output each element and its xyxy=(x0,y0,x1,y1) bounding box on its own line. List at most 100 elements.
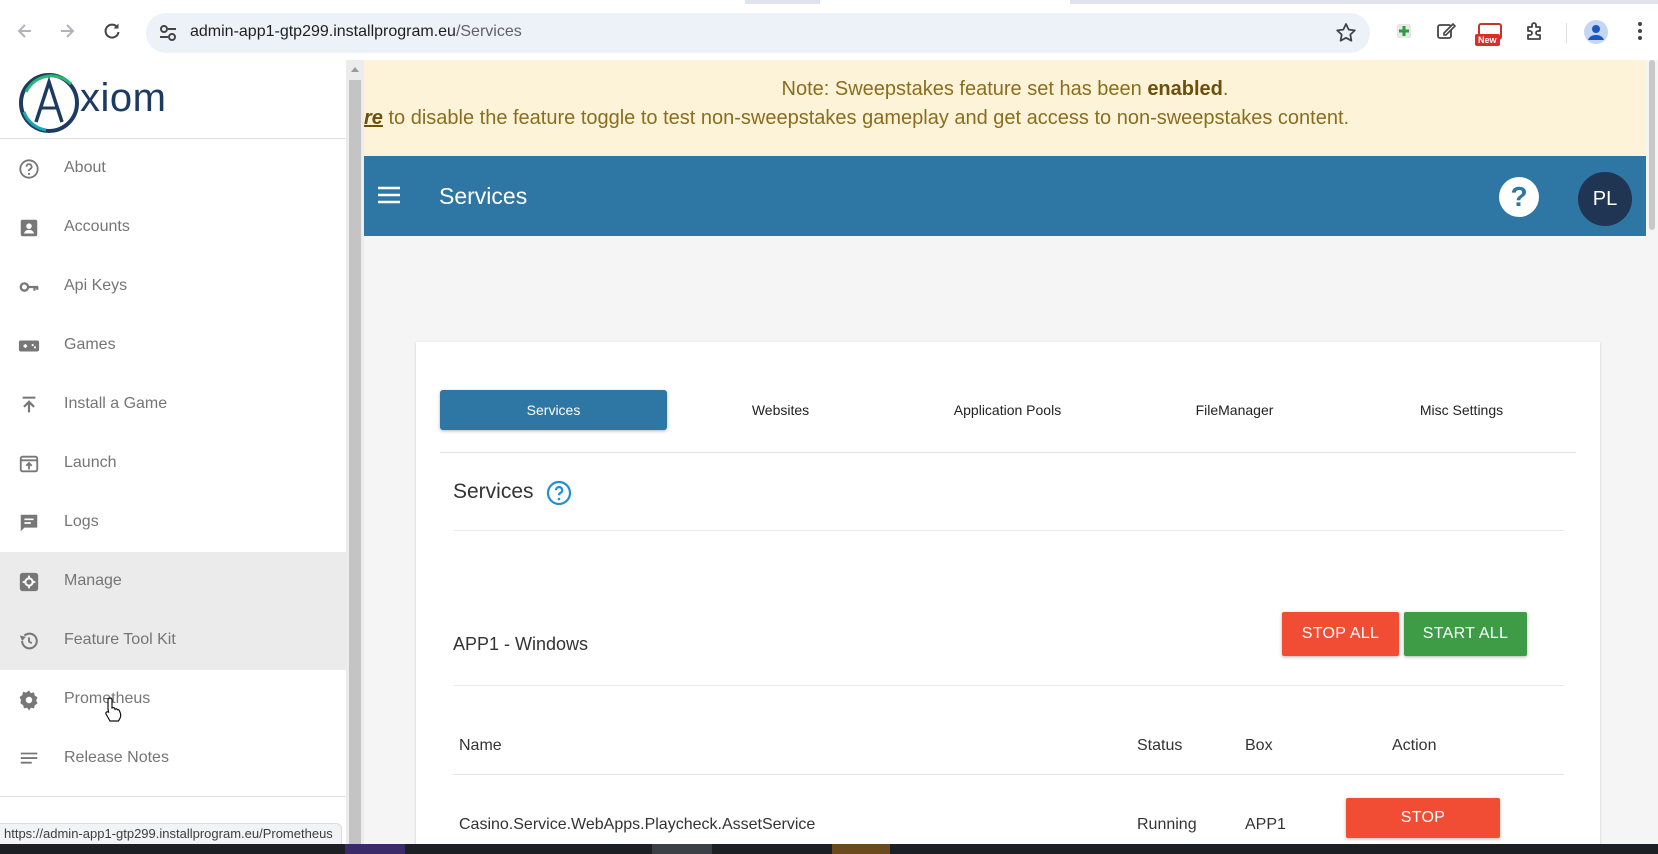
hand-cursor-icon xyxy=(105,697,122,722)
sidebar-scrollbar[interactable] xyxy=(346,60,364,844)
sidebar-item-accounts[interactable]: Accounts xyxy=(0,198,346,257)
gamepad-icon xyxy=(18,340,40,352)
taskbar-app[interactable] xyxy=(345,844,405,854)
kebab-menu-icon xyxy=(1638,22,1642,40)
sidebar-divider xyxy=(0,796,346,797)
banner-instruction-text: to disable the feature toggle to test no… xyxy=(382,107,1350,129)
tabs-divider xyxy=(440,452,1576,453)
user-avatar[interactable]: PL xyxy=(1578,172,1632,226)
section-title: Services xyxy=(453,480,534,503)
sidebar-item-label: Logs xyxy=(64,513,99,530)
extension-plus-button[interactable] xyxy=(1390,17,1418,45)
help-circle-icon[interactable] xyxy=(546,480,572,506)
banner-note-text: Note: Sweepstakes feature set has been xyxy=(781,78,1148,100)
puzzle-icon xyxy=(1527,22,1541,40)
tab-application-pools[interactable]: Application Pools xyxy=(894,390,1121,430)
column-header-status: Status xyxy=(1137,737,1183,754)
settings-box-icon xyxy=(19,572,39,592)
axiom-logo[interactable]: xiom xyxy=(16,66,216,136)
browser-toolbar: admin-app1-gtp299.installprogram.eu/Serv… xyxy=(0,4,1658,60)
start-all-button[interactable]: START ALL xyxy=(1404,612,1527,656)
profile-button[interactable] xyxy=(1584,20,1608,44)
arrow-left-icon xyxy=(17,24,31,38)
os-taskbar xyxy=(0,844,1658,854)
sidebar-item-manage[interactable]: Manage xyxy=(0,552,346,611)
taskbar-app[interactable] xyxy=(652,844,712,854)
message-icon xyxy=(20,514,38,532)
logo-text: xiom xyxy=(80,76,167,120)
section-divider xyxy=(453,530,1564,531)
key-icon xyxy=(19,282,39,292)
help-circle-icon xyxy=(19,159,39,179)
url-path: /Services xyxy=(455,23,522,40)
tab-services[interactable]: Services xyxy=(440,390,667,430)
reload-button[interactable] xyxy=(97,16,127,46)
sidebar-item-games[interactable]: Games xyxy=(0,316,346,375)
forward-button[interactable] xyxy=(52,16,82,46)
group-divider xyxy=(453,685,1564,686)
address-url[interactable]: admin-app1-gtp299.installprogram.eu/Serv… xyxy=(190,23,522,41)
sidebar-item-label: Install a Game xyxy=(64,395,168,412)
arrow-right-icon xyxy=(61,24,75,38)
tab-websites[interactable]: Websites xyxy=(667,390,894,430)
url-host: admin-app1-gtp299.installprogram.eu xyxy=(190,23,456,40)
profile-icon xyxy=(1588,25,1604,40)
sidebar-item-label: Feature Tool Kit xyxy=(64,631,176,648)
sidebar-item-feature-tool-kit[interactable]: Feature Tool Kit xyxy=(0,611,346,670)
new-extension-button[interactable]: New xyxy=(1475,17,1504,46)
upload-icon xyxy=(22,396,36,413)
table-header-divider xyxy=(453,774,1564,775)
page-title: Services xyxy=(439,183,528,209)
extensions-button[interactable] xyxy=(1521,17,1549,45)
pencil-square-icon xyxy=(1437,22,1457,39)
scroll-up-arrow-icon[interactable] xyxy=(351,67,359,72)
toolbar-separator xyxy=(1566,23,1567,43)
tab-filemanager[interactable]: FileManager xyxy=(1121,390,1348,430)
sidebar-item-about[interactable]: About xyxy=(0,139,346,198)
back-button[interactable] xyxy=(10,16,40,46)
service-name-cell: Casino.Service.WebApps.Playcheck.AssetSe… xyxy=(459,816,816,833)
stop-all-button[interactable]: STOP ALL xyxy=(1282,612,1399,656)
sidebar-item-label: Accounts xyxy=(64,218,130,235)
sidebar-item-label: About xyxy=(64,159,106,176)
taskbar-app[interactable] xyxy=(832,844,890,854)
sidebar-scroll-thumb[interactable] xyxy=(349,80,361,844)
logo-a-mark-icon xyxy=(19,73,79,133)
sidebar-item-launch[interactable]: Launch xyxy=(0,434,346,493)
sidebar-item-logs[interactable]: Logs xyxy=(0,493,346,552)
service-box-cell: APP1 xyxy=(1245,816,1286,833)
banner-link[interactable]: re xyxy=(364,107,383,129)
main-scroll-thumb[interactable] xyxy=(1649,60,1655,230)
new-badge: New xyxy=(1475,34,1500,46)
sidebar-item-label: Games xyxy=(64,336,116,353)
sidebar-nav: About Accounts Api Keys Games Install a … xyxy=(0,139,346,788)
main-content: Note: Sweepstakes feature set has been e… xyxy=(364,60,1646,844)
sidebar-item-label: Manage xyxy=(64,572,122,589)
banner-note-bold: enabled xyxy=(1147,78,1223,100)
app-bar: Services ? PL xyxy=(364,156,1646,236)
column-header-box: Box xyxy=(1245,737,1273,754)
sidebar-item-api-keys[interactable]: Api Keys xyxy=(0,257,346,316)
services-card: Services Websites Application Pools File… xyxy=(416,342,1600,844)
hamburger-menu-icon[interactable] xyxy=(376,182,402,208)
column-header-name: Name xyxy=(459,737,502,754)
site-info-icon[interactable] xyxy=(156,22,180,44)
bookmark-star-icon[interactable] xyxy=(1334,21,1358,45)
sidebar-item-label: Launch xyxy=(64,454,117,471)
extension-plus-icon xyxy=(1397,24,1411,38)
column-header-action: Action xyxy=(1392,737,1437,754)
tab-misc-settings[interactable]: Misc Settings xyxy=(1348,390,1575,430)
address-bar[interactable]: admin-app1-gtp299.installprogram.eu/Serv… xyxy=(146,13,1370,53)
reload-icon xyxy=(104,23,120,39)
sidebar-item-release-notes[interactable]: Release Notes xyxy=(0,729,346,788)
browser-menu-button[interactable] xyxy=(1630,17,1650,45)
banner-note-suffix: . xyxy=(1222,78,1229,100)
sidebar-item-prometheus[interactable]: Prometheus xyxy=(0,670,346,729)
edit-extension-button[interactable] xyxy=(1432,17,1460,45)
stop-service-button[interactable]: STOP xyxy=(1346,798,1500,838)
help-button[interactable]: ? xyxy=(1499,177,1539,217)
main-scrollbar[interactable] xyxy=(1646,60,1658,844)
notes-icon xyxy=(20,752,38,764)
sidebar-item-install-a-game[interactable]: Install a Game xyxy=(0,375,346,434)
service-status-cell: Running xyxy=(1137,816,1197,833)
